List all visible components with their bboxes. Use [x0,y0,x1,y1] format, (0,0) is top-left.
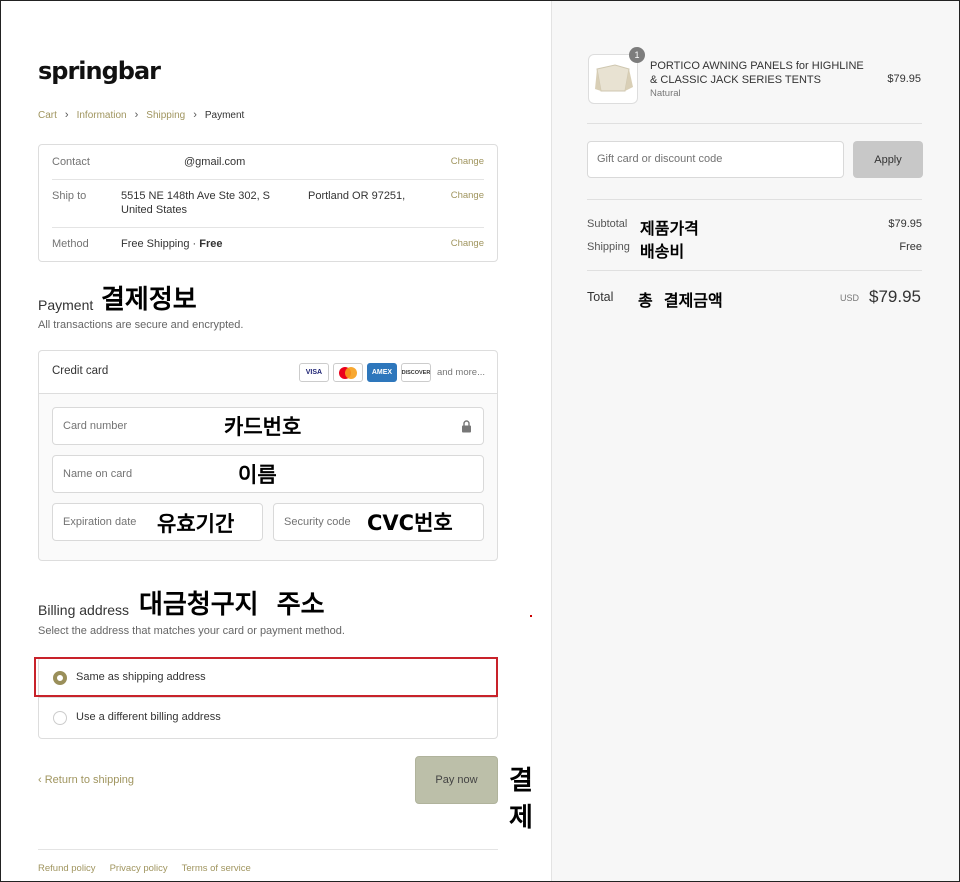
method-name: Free Shipping · [121,238,200,250]
contact-value: @gmail.com [184,156,246,168]
radio-unselected[interactable] [53,711,67,725]
method-label: Method [52,238,89,250]
lock-icon [462,420,471,433]
chevron-right-icon: › [193,109,197,121]
breadcrumb-cart[interactable]: Cart [38,110,57,121]
contact-label: Contact [52,156,90,168]
card-brands: VISA AMEX DISCOVER and more... [298,363,485,382]
divider [52,227,484,228]
awning-panel-image [595,64,633,92]
shipto-label: Ship to [52,190,87,202]
payment-subtitle: All transactions are secure and encrypte… [38,319,244,331]
subtotal-value: $79.95 [888,218,922,230]
annotation-pay: 결제 [509,766,533,833]
payment-title: Payment [38,297,94,313]
quantity-badge: 1 [629,47,645,63]
discover-icon: DISCOVER [400,363,431,382]
annotation-payment-info: 결제정보 [101,285,197,315]
shipto-country: United States [121,204,188,216]
review-box: Contact @gmail.com Change Ship to 5515 N… [38,144,498,262]
footer-divider [38,849,498,850]
product-thumbnail [588,54,638,104]
product-variant: Natural [650,88,681,99]
shipto-change-link[interactable]: Change [451,190,484,201]
subtotal-label: Subtotal [587,218,628,230]
checkout-main: springbar Cart › Information › Shipping … [1,1,551,881]
mastercard-icon [332,363,363,382]
divider [587,270,922,271]
divider [52,179,484,180]
review-method-row: Method Free Shipping · Free Change [52,238,484,254]
method-price: Free [199,238,223,250]
credit-card-panel: Credit card VISA AMEX DISCOVER and more.… [38,350,498,561]
visa-icon: VISA [298,363,329,382]
footer-links: Refund policy Privacy policy Terms of se… [38,863,251,874]
highlight-box [34,657,498,697]
breadcrumb: Cart › Information › Shipping › Payment [38,109,244,121]
annotation-card-number: 카드번호 [224,415,302,439]
pay-now-button[interactable]: Pay now [415,756,498,804]
method-change-link[interactable]: Change [451,238,484,249]
review-contact-row: Contact @gmail.com Change [52,156,484,172]
subtotal-row: Subtotal $79.95 [587,218,922,230]
shipping-value: Free [899,241,922,253]
billing-title: Billing address [38,602,130,618]
terms-of-service-link[interactable]: Terms of service [182,863,251,874]
security-code-placeholder: Security code [284,516,351,528]
return-to-shipping-link[interactable]: ‹ Return to shipping [38,774,134,786]
and-more-label: and more... [436,367,485,378]
chevron-right-icon: › [64,109,69,121]
product-price: $79.95 [887,73,921,85]
marker-dot [530,615,532,617]
expiration-placeholder: Expiration date [63,516,137,528]
shipto-line1: 5515 NE 148th Ave Ste 302, S [121,190,271,202]
credit-card-header[interactable]: Credit card VISA AMEX DISCOVER and more.… [39,351,497,394]
discount-code-placeholder: Gift card or discount code [597,153,723,165]
annotation-product-price: 제품가격 [640,219,699,238]
total-currency: USD [839,293,859,303]
order-summary: 1 PORTICO AWNING PANELS for HIGHLINE & C… [551,1,959,881]
shipping-label: Shipping [587,241,630,253]
annotation-cvc: CVC번호 [367,511,453,535]
shipto-city: Portland OR 97251, [308,190,406,202]
annotation-name: 이름 [238,463,277,487]
credit-card-label: Credit card [52,365,109,377]
contact-change-link[interactable]: Change [451,156,484,167]
annotation-total-amount: 총 결제금액 [638,291,723,310]
total-label: Total [587,290,614,304]
shipping-row: Shipping Free [587,241,922,253]
divider [587,123,922,124]
refund-policy-link[interactable]: Refund policy [38,863,96,874]
breadcrumb-information[interactable]: Information [77,110,127,121]
breadcrumb-shipping[interactable]: Shipping [146,110,185,121]
total-value: $79.95 [869,287,921,306]
amex-icon: AMEX [366,363,397,382]
annotation-shipping-fee: 배송비 [640,242,685,261]
privacy-policy-link[interactable]: Privacy policy [110,863,168,874]
method-value: Free Shipping · Free [121,238,223,250]
product-name: PORTICO AWNING PANELS for HIGHLINE & CLA… [650,60,864,86]
name-on-card-placeholder: Name on card [63,468,133,480]
checkout-page: springbar Cart › Information › Shipping … [0,0,960,882]
card-number-placeholder: Card number [63,420,128,432]
annotation-expiry: 유효기간 [157,512,235,536]
breadcrumb-payment: Payment [204,109,245,121]
chevron-right-icon: › [134,109,139,121]
annotation-billing: 대금청구지 주소 [139,590,325,620]
discount-code-input[interactable]: Gift card or discount code [587,141,844,178]
review-shipto-row: Ship to 5515 NE 148th Ave Ste 302, S Por… [52,190,484,220]
billing-option-different[interactable]: Use a different billing address [39,698,497,738]
apply-button[interactable]: Apply [853,141,923,178]
billing-option-different-label: Use a different billing address [76,711,221,723]
billing-subtitle: Select the address that matches your car… [38,625,345,637]
springbar-logo[interactable]: springbar [38,57,161,85]
divider [587,199,922,200]
